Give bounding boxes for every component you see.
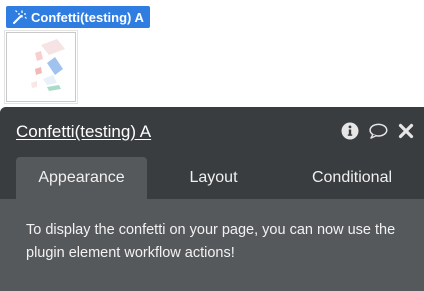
panel-tabs: Appearance Layout Conditional bbox=[0, 155, 424, 199]
tab-appearance[interactable]: Appearance bbox=[16, 157, 147, 199]
panel-body-text: To display the confetti on your page, yo… bbox=[26, 222, 396, 261]
property-editor-panel: Confetti(testing) A Appearance Layout Co… bbox=[0, 107, 424, 291]
info-icon[interactable] bbox=[340, 121, 360, 141]
tab-layout[interactable]: Layout bbox=[147, 157, 280, 199]
element-label-text: Confetti(testing) A bbox=[31, 9, 144, 25]
confetti-element-preview[interactable] bbox=[4, 30, 78, 104]
header-icons bbox=[340, 121, 416, 141]
panel-title[interactable]: Confetti(testing) A bbox=[16, 122, 151, 142]
comment-icon[interactable] bbox=[368, 121, 388, 141]
element-label-chip[interactable]: Confetti(testing) A bbox=[6, 6, 150, 28]
close-icon[interactable] bbox=[396, 121, 416, 141]
magic-wand-icon bbox=[11, 9, 27, 25]
panel-header: Confetti(testing) A bbox=[0, 107, 424, 155]
tab-conditional[interactable]: Conditional bbox=[280, 157, 424, 199]
